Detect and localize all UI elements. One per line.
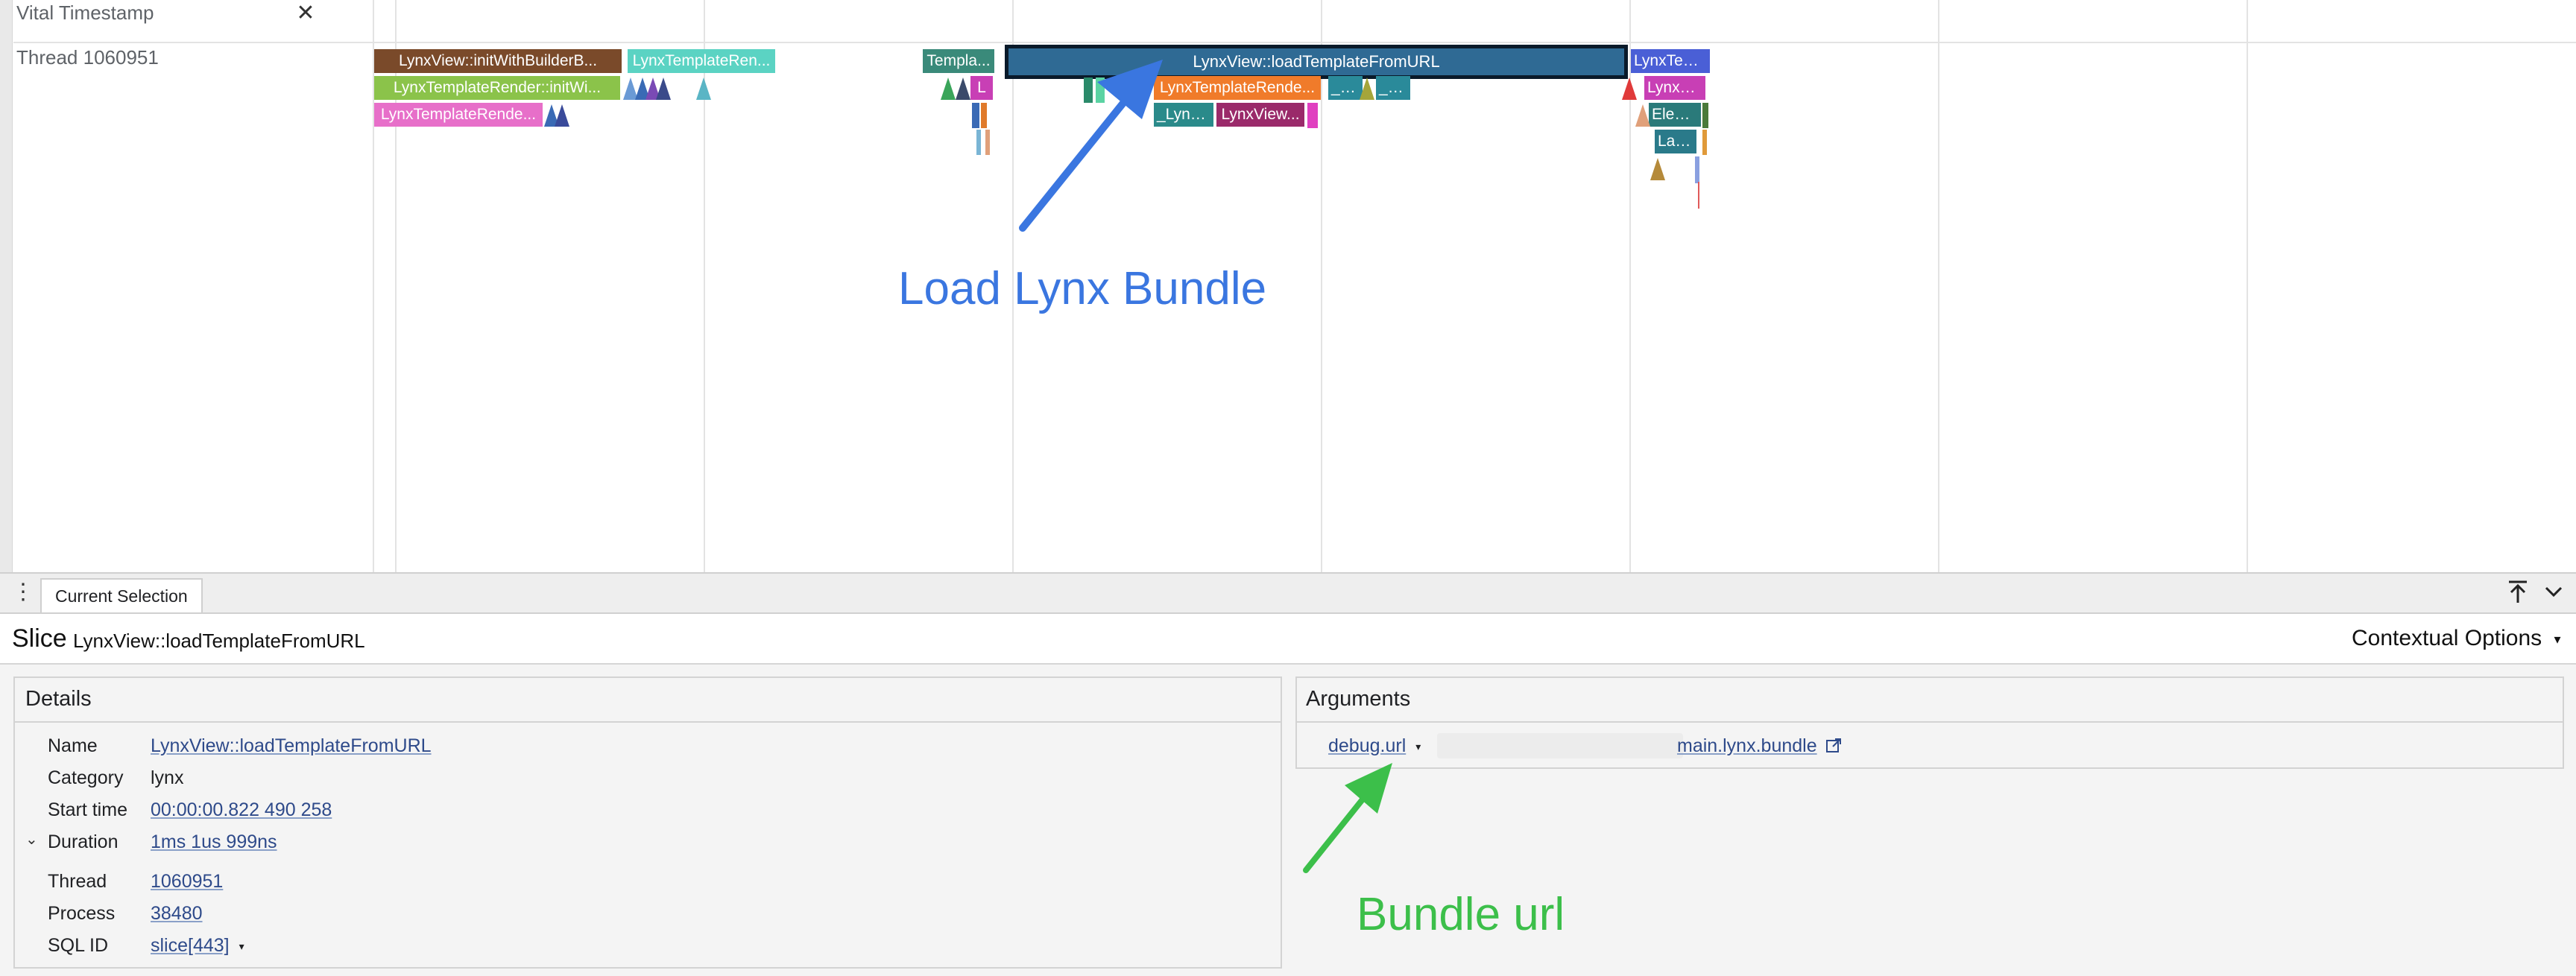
detail-value-sql-id[interactable]: slice[443] ▾ (151, 935, 244, 957)
annotation-bundle-url: Bundle url (1357, 889, 1565, 940)
argument-value-link[interactable]: main.lynx.bundle (1677, 735, 1817, 756)
caret-down-icon: ▾ (2554, 631, 2561, 647)
detail-key-sql-id: SQL ID (48, 935, 109, 956)
slice-sliver[interactable] (1307, 103, 1318, 128)
slice-elem[interactable]: Elem... (1649, 103, 1701, 127)
details-card: Details (13, 676, 1282, 969)
slice-sliver[interactable] (972, 103, 979, 128)
detail-value-process-link[interactable]: 38480 (151, 903, 203, 925)
detail-value-start-time-link[interactable]: 00:00:00.822 490 258 (151, 799, 332, 821)
slice-initwithbuilder[interactable]: LynxView::initWithBuilderB... (374, 49, 622, 73)
instant-marker-icon[interactable] (656, 77, 671, 100)
contextual-options-button[interactable]: Contextual Options ▾ (2352, 626, 2561, 651)
more-vert-icon[interactable]: ⋮ (12, 577, 34, 607)
gridline (1938, 0, 1939, 572)
instant-marker-icon[interactable] (1622, 77, 1637, 100)
instant-marker-icon[interactable] (1635, 104, 1650, 127)
slice-lynxview-short[interactable]: LynxView... (1216, 103, 1304, 127)
gridline (2247, 0, 2248, 572)
arguments-card-header (1297, 678, 2563, 723)
annotation-load-bundle: Load Lynx Bundle (898, 263, 1267, 314)
annotation-arrow-green (1303, 763, 1392, 873)
detail-key-duration[interactable]: Duration (48, 831, 119, 853)
contextual-options-label: Contextual Options (2352, 626, 2542, 650)
detail-value-duration-link[interactable]: 1ms 1us 999ns (151, 831, 277, 853)
details-title: Details (25, 687, 92, 711)
details-card-header (15, 678, 1281, 723)
track-divider (13, 42, 2576, 43)
slice-l-underscore-1[interactable]: _L... (1328, 76, 1363, 100)
slice-sliver[interactable] (1702, 130, 1707, 155)
slice-lynxtemplaterender-2[interactable]: LynxTemplateRende... (374, 103, 543, 127)
chevron-down-icon[interactable] (2540, 578, 2567, 605)
instant-marker-icon[interactable] (956, 77, 970, 100)
slice-lynxe[interactable]: LynxE... (1644, 76, 1705, 100)
arguments-title: Arguments (1306, 687, 1411, 711)
detail-key-name: Name (48, 735, 98, 756)
argument-value[interactable]: main.lynx.bundle (1677, 735, 1842, 757)
slice-heading-word: Slice (12, 624, 67, 653)
slice-heading-name: LynxView::loadTemplateFromURL (73, 630, 365, 652)
open-in-new-icon[interactable] (1825, 738, 1842, 754)
detail-value-thread-link[interactable]: 1060951 (151, 871, 223, 893)
slice-lynxtem[interactable]: LynxTem... (1631, 49, 1710, 73)
gridline (1321, 0, 1322, 572)
annotation-arrow-blue (1019, 60, 1163, 232)
detail-value-name-link[interactable]: LynxView::loadTemplateFromURL (151, 735, 432, 757)
slice-sliver[interactable] (976, 130, 981, 155)
redacted-url-prefix (1437, 733, 1683, 758)
slice-sliver[interactable] (981, 103, 987, 128)
slice-lynxtemplaterender-initwith[interactable]: LynxTemplateRender::initWi... (374, 76, 620, 100)
caret-down-icon[interactable]: ▾ (239, 940, 244, 952)
slice-sliver (1698, 182, 1699, 209)
slice-sliver[interactable] (985, 130, 990, 155)
instant-marker-icon[interactable] (696, 77, 711, 100)
track-shell-strip (0, 0, 13, 572)
slice-l-underscore-2[interactable]: _L... (1376, 76, 1410, 100)
track-label-thread: Thread 1060951 (16, 46, 159, 69)
instant-marker-icon[interactable] (555, 104, 569, 127)
track-label-vital-timestamp: Vital Timestamp (16, 1, 154, 24)
instant-marker-icon[interactable] (941, 77, 956, 100)
slice-lynxtemplaterender-1[interactable]: LynxTemplateRen... (628, 49, 775, 73)
argument-key-label[interactable]: debug.url (1328, 735, 1406, 756)
detail-value-category: lynx (151, 767, 184, 788)
slice-sliver[interactable] (1695, 156, 1699, 183)
slice-sliver[interactable] (1702, 103, 1708, 128)
detail-key-start-time: Start time (48, 799, 127, 820)
detail-key-process: Process (48, 903, 116, 924)
detail-key-category: Category (48, 767, 124, 788)
slice-lay[interactable]: Lay... (1655, 130, 1696, 153)
chevron-down-icon[interactable]: ⌄ (25, 830, 38, 849)
slice-l[interactable]: L (970, 76, 993, 100)
caret-down-icon[interactable]: ▾ (1415, 741, 1421, 752)
pin-to-top-icon[interactable] (2504, 578, 2531, 605)
argument-key[interactable]: debug.url ▾ (1328, 735, 1421, 757)
panel-tab-bar (0, 572, 2576, 614)
instant-marker-icon[interactable] (1360, 77, 1374, 100)
slice-templa[interactable]: Templa... (923, 49, 994, 73)
sql-id-link[interactable]: slice[443] (151, 935, 230, 956)
instant-marker-icon[interactable] (1650, 158, 1665, 180)
tab-current-selection[interactable]: Current Selection (40, 578, 203, 612)
slice-header (0, 614, 2576, 665)
close-icon[interactable]: ✕ (294, 0, 317, 27)
detail-key-thread: Thread (48, 871, 107, 892)
